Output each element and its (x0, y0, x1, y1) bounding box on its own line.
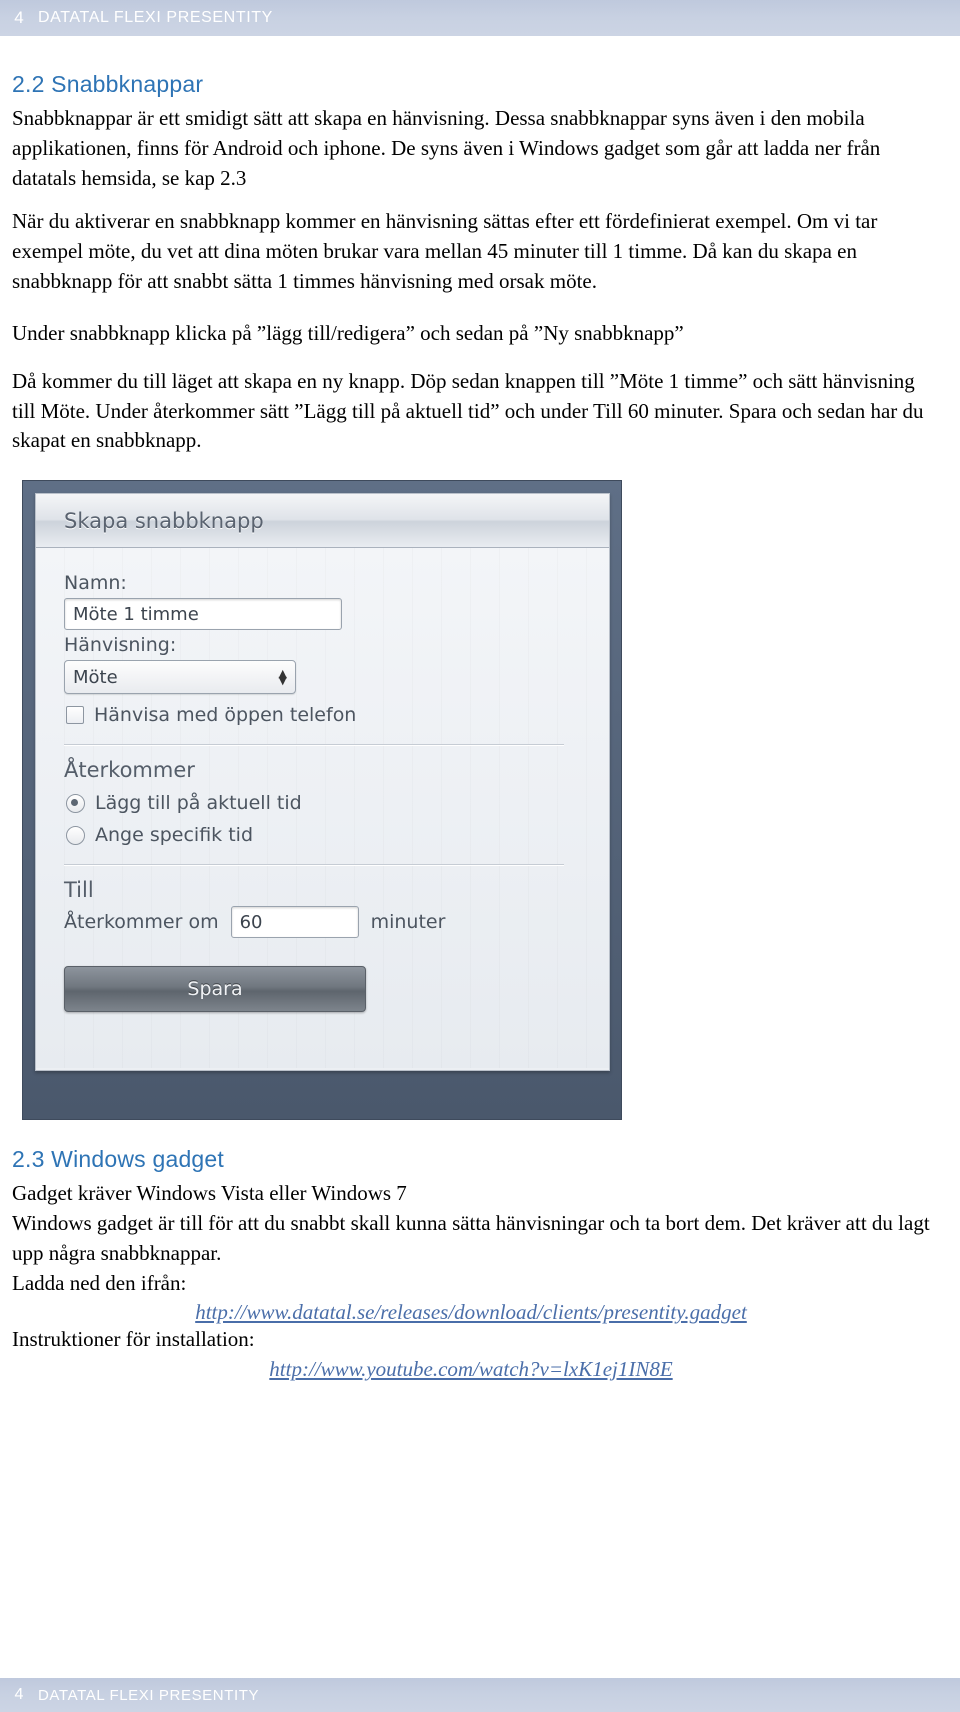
footer-title: DATATAL FLEXI PRESENTITY (38, 1686, 260, 1704)
link-line-youtube: http://www.youtube.com/watch?v=lxK1ej1IN… (12, 1357, 930, 1382)
paragraph-2-3-3: Ladda ned den ifrån: (12, 1270, 187, 1295)
section-heading-2-3: 2.3 Windows gadget (12, 1146, 225, 1173)
name-label: Namn: (64, 572, 127, 595)
checkbox-icon[interactable] (66, 706, 84, 725)
referral-select[interactable]: Möte ▲ ▼ (64, 660, 296, 695)
radio-label-current-time: Lägg till på aktuell tid (95, 792, 302, 815)
dialog-title: Skapa snabbknapp (64, 508, 264, 533)
dialog-skapa-snabbknapp: Skapa snabbknapp Namn: Möte 1 timme Hänv… (35, 493, 610, 1072)
name-input[interactable]: Möte 1 timme (64, 598, 342, 631)
link-presentity-gadget[interactable]: http://www.datatal.se/releases/download/… (195, 1300, 747, 1324)
referral-select-value: Möte (73, 666, 118, 688)
section-2-3: 2.3 Windows gadget Gadget kräver Windows… (12, 1146, 930, 1382)
minutes-unit-label: minuter (370, 911, 446, 934)
paragraph-2-2-2: När du aktiverar en snabbknapp kommer en… (12, 209, 878, 294)
screenshot-figure: Skapa snabbknapp Namn: Möte 1 timme Hänv… (22, 480, 622, 1121)
referral-label: Hänvisning: (64, 634, 177, 657)
document-page: 4 DATATAL FLEXI PRESENTITY 2.2 Snabbknap… (0, 0, 960, 1712)
paragraph-2-3-4: Instruktioner för installation: (12, 1327, 255, 1352)
radio-unselected-icon[interactable] (66, 825, 85, 845)
paragraph-2-2-4: Då kommer du till läget att skapa en ny … (12, 368, 924, 453)
page-header: 4 DATATAL FLEXI PRESENTITY (0, 0, 960, 37)
page-content: 2.2 Snabbknappar Snabbknappar är ett smi… (0, 37, 960, 1382)
dialog-title-bar: Skapa snabbknapp (36, 494, 609, 549)
footer-page-number: 4 (14, 1686, 24, 1703)
save-button[interactable]: Spara (64, 966, 366, 1013)
section-divider-2 (64, 864, 564, 867)
section-heading-2-2: 2.2 Snabbknappar (12, 71, 204, 97)
until-group-label: Till (64, 878, 94, 903)
paragraph-2-3-2: Windows gadget är till för att du snabbt… (12, 1210, 930, 1265)
section-divider (64, 744, 564, 747)
radio-row-current-time[interactable]: Lägg till på aktuell tid (66, 792, 581, 814)
radio-label-specific-time: Ange specifik tid (95, 824, 254, 847)
paragraph-2-3-1: Gadget kräver Windows Vista eller Window… (12, 1181, 407, 1206)
header-page-number: 4 (14, 8, 24, 27)
header-title: DATATAL FLEXI PRESENTITY (38, 9, 273, 26)
paragraph-2-2-3: Under snabbknapp klicka på ”lägg till/re… (12, 320, 684, 345)
paragraph-2-2-1: Snabbknappar är ett smidigt sätt att ska… (12, 106, 881, 190)
open-phone-checkbox-label: Hänvisa med öppen telefon (94, 704, 357, 727)
link-line-gadget: http://www.datatal.se/releases/download/… (12, 1300, 930, 1325)
dialog-body: Namn: Möte 1 timme Hänvisning: Möte ▲ ▼ H… (36, 548, 609, 1068)
minutes-input[interactable]: 60 (230, 906, 359, 939)
chevron-updown-icon: ▲ ▼ (278, 667, 287, 688)
radio-selected-icon[interactable] (66, 793, 85, 813)
link-youtube-instructions[interactable]: http://www.youtube.com/watch?v=lxK1ej1IN… (269, 1357, 672, 1381)
page-footer: 4 DATATAL FLEXI PRESENTITY (0, 1678, 960, 1712)
recurring-group-label: Återkommer (64, 758, 195, 783)
recurring-in-label: Återkommer om (64, 911, 219, 934)
open-phone-checkbox-row[interactable]: Hänvisa med öppen telefon (66, 704, 581, 726)
recurring-in-row: Återkommer om 60 minuter (64, 906, 581, 939)
radio-row-specific-time[interactable]: Ange specifik tid (66, 824, 581, 846)
